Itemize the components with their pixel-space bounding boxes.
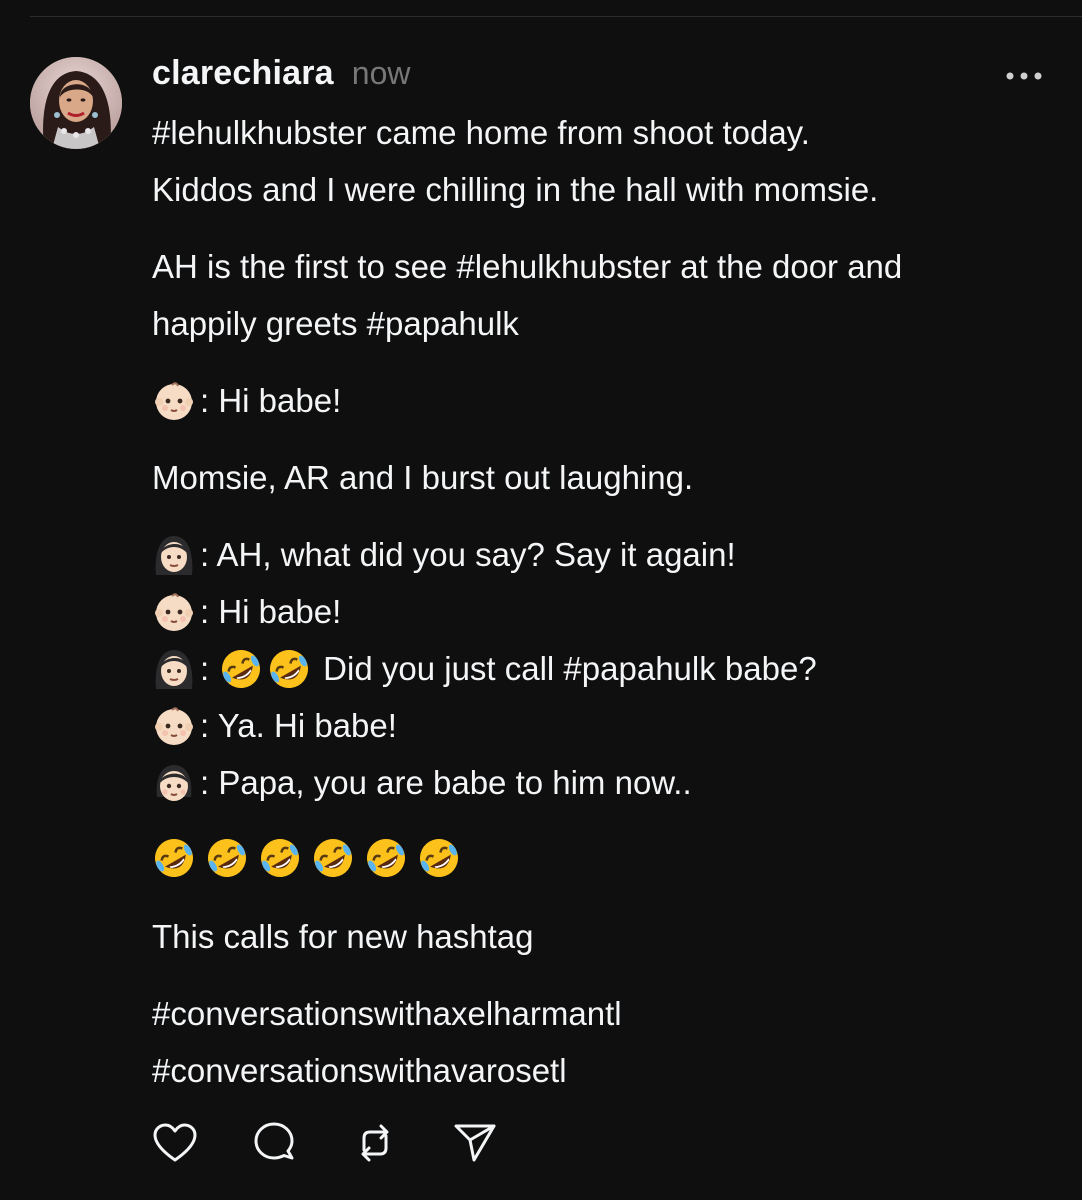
dialogue-line: : AH, what did you say? Say it again! <box>152 526 1057 583</box>
post-line: #conversationswithavarosetl <box>152 1042 1057 1099</box>
post-text: : Hi babe! <box>200 381 342 419</box>
post-text: #conversationswithavarosetl <box>152 1051 567 1089</box>
rofl-emoji-icon <box>267 647 311 691</box>
post-text: Kiddos and I were chilling in the hall w… <box>152 170 879 208</box>
woman-emoji-icon <box>152 533 196 577</box>
send-icon <box>452 1120 498 1166</box>
rofl-emoji-icon <box>311 836 359 884</box>
reply-button[interactable] <box>250 1118 300 1168</box>
post-text: : Ya. Hi babe! <box>200 706 397 744</box>
dialogue-line: : Papa, you are babe to him now.. <box>152 754 1057 811</box>
rofl-emoji-icon <box>364 836 412 884</box>
rofl-emoji-icon <box>417 836 465 884</box>
post-text: AH is the first to see #lehulkhubster at… <box>152 247 903 285</box>
post-text: : AH, what did you say? Say it again! <box>200 535 736 573</box>
rofl-emoji-icon <box>219 647 263 691</box>
dialogue-line: : Did you just call #papahulk babe? <box>152 640 1057 697</box>
heart-icon <box>152 1122 198 1164</box>
like-button[interactable] <box>150 1118 200 1168</box>
post-text: : Hi babe! <box>200 592 342 630</box>
ellipsis-icon <box>1006 72 1042 80</box>
dialogue-colon: : <box>200 649 210 687</box>
post-line: AH is the first to see #lehulkhubster at… <box>152 238 1057 295</box>
comment-icon <box>252 1120 298 1166</box>
woman-emoji-icon <box>152 647 196 691</box>
repost-button[interactable] <box>350 1118 400 1168</box>
dialogue-line: : Ya. Hi babe! <box>152 697 1057 754</box>
timestamp: now <box>351 55 411 91</box>
baby-emoji-icon <box>152 379 196 423</box>
share-button[interactable] <box>450 1118 500 1168</box>
action-bar <box>150 1118 550 1168</box>
post-line: Kiddos and I were chilling in the hall w… <box>152 161 1057 218</box>
more-options-button[interactable] <box>1004 66 1044 86</box>
baby-emoji-icon <box>152 590 196 634</box>
dialogue-line: : Hi babe! <box>152 583 1057 640</box>
post-text: #conversationswithaxelharmantl <box>152 994 622 1032</box>
post-text: #lehulkhubster came home from shoot toda… <box>152 113 810 151</box>
baby-emoji-icon <box>152 704 196 748</box>
repost-icon <box>352 1120 398 1166</box>
post-text: Momsie, AR and I burst out laughing. <box>152 458 694 496</box>
post-text: happily greets #papahulk <box>152 304 519 342</box>
post-text: : Papa, you are babe to him now.. <box>200 763 692 801</box>
post-text: Did you just call #papahulk babe? <box>323 649 817 687</box>
post-line: #lehulkhubster came home from shoot toda… <box>152 104 1057 161</box>
post-text: This calls for new hashtag <box>152 917 534 955</box>
post-line: happily greets #papahulk <box>152 295 1057 352</box>
rofl-emoji-icon <box>258 836 306 884</box>
post-header: clarechiara now <box>152 54 410 98</box>
girl-emoji-icon <box>152 761 196 805</box>
emoji-row <box>152 831 1057 888</box>
dialogue-line: : Hi babe! <box>152 372 1057 429</box>
post-line: This calls for new hashtag <box>152 908 1057 965</box>
post-body: #lehulkhubster came home from shoot toda… <box>152 104 1057 1099</box>
rofl-emoji-icon <box>205 836 253 884</box>
post-line: Momsie, AR and I burst out laughing. <box>152 449 1057 506</box>
avatar[interactable] <box>30 57 122 149</box>
rofl-emoji-icon <box>152 836 200 884</box>
post-line: #conversationswithaxelharmantl <box>152 985 1057 1042</box>
username[interactable]: clarechiara <box>152 54 334 93</box>
top-divider <box>30 16 1082 17</box>
